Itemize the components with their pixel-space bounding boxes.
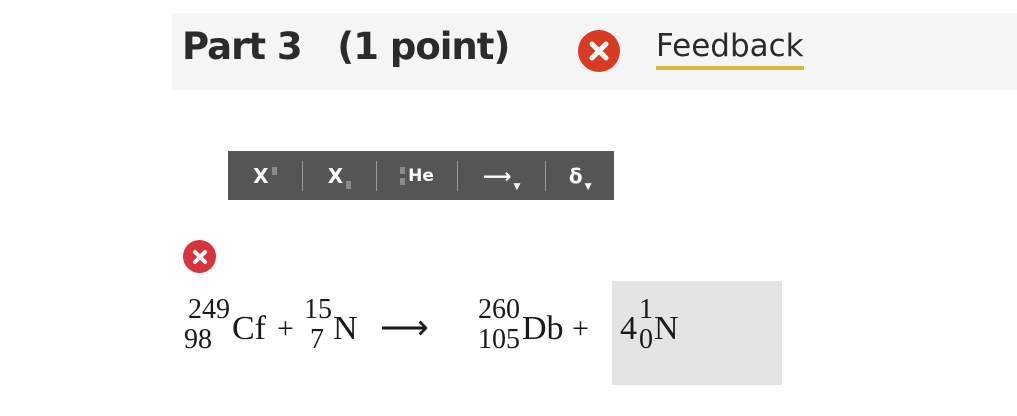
coefficient: 4 (620, 310, 637, 347)
reaction-arrow: ⟶ (380, 310, 429, 347)
part-title: Part 3 (1 point) (182, 25, 510, 68)
atomic-number: 105 (478, 324, 520, 355)
feedback-link[interactable]: Feedback (656, 29, 804, 71)
element-symbol: N (654, 310, 679, 347)
part-header: Part 3 (1 point) Feedback (172, 13, 1017, 90)
delta-button[interactable]: δ ▼ (546, 151, 614, 200)
atomic-number: 98 (184, 324, 212, 355)
answer-input-box[interactable] (612, 281, 782, 385)
reaction-arrow-button[interactable]: ⟶ ▼ (458, 151, 546, 200)
subscript-icon: X (328, 164, 352, 189)
chevron-down-icon: ▼ (584, 181, 592, 192)
delta-icon: δ ▼ (568, 163, 592, 192)
mass-number: 249 (188, 294, 230, 325)
incorrect-x-icon (578, 30, 620, 72)
superscript-button[interactable]: X (228, 151, 302, 200)
mass-number: 260 (478, 294, 520, 325)
equation-toolbar: X X He ⟶ ▼ δ ▼ (228, 151, 614, 200)
reaction-arrow-icon: ⟶ ▼ (482, 163, 521, 192)
mass-number: 15 (304, 294, 332, 325)
element-symbol: N (333, 310, 358, 347)
plus-sign: + (277, 312, 294, 345)
superscript-icon: X (253, 164, 277, 188)
chevron-down-icon: ▼ (513, 181, 521, 192)
element-symbol: Cf (232, 310, 266, 347)
isotope-button[interactable]: He (377, 151, 457, 200)
plus-sign: + (572, 312, 589, 345)
answer-incorrect-icon (183, 240, 216, 273)
isotope-icon: He (400, 166, 434, 186)
element-symbol: Db (522, 310, 564, 347)
atomic-number: 7 (310, 324, 324, 355)
mass-number: 1 (639, 294, 653, 325)
atomic-number: 0 (639, 324, 653, 355)
subscript-button[interactable]: X (303, 151, 377, 200)
